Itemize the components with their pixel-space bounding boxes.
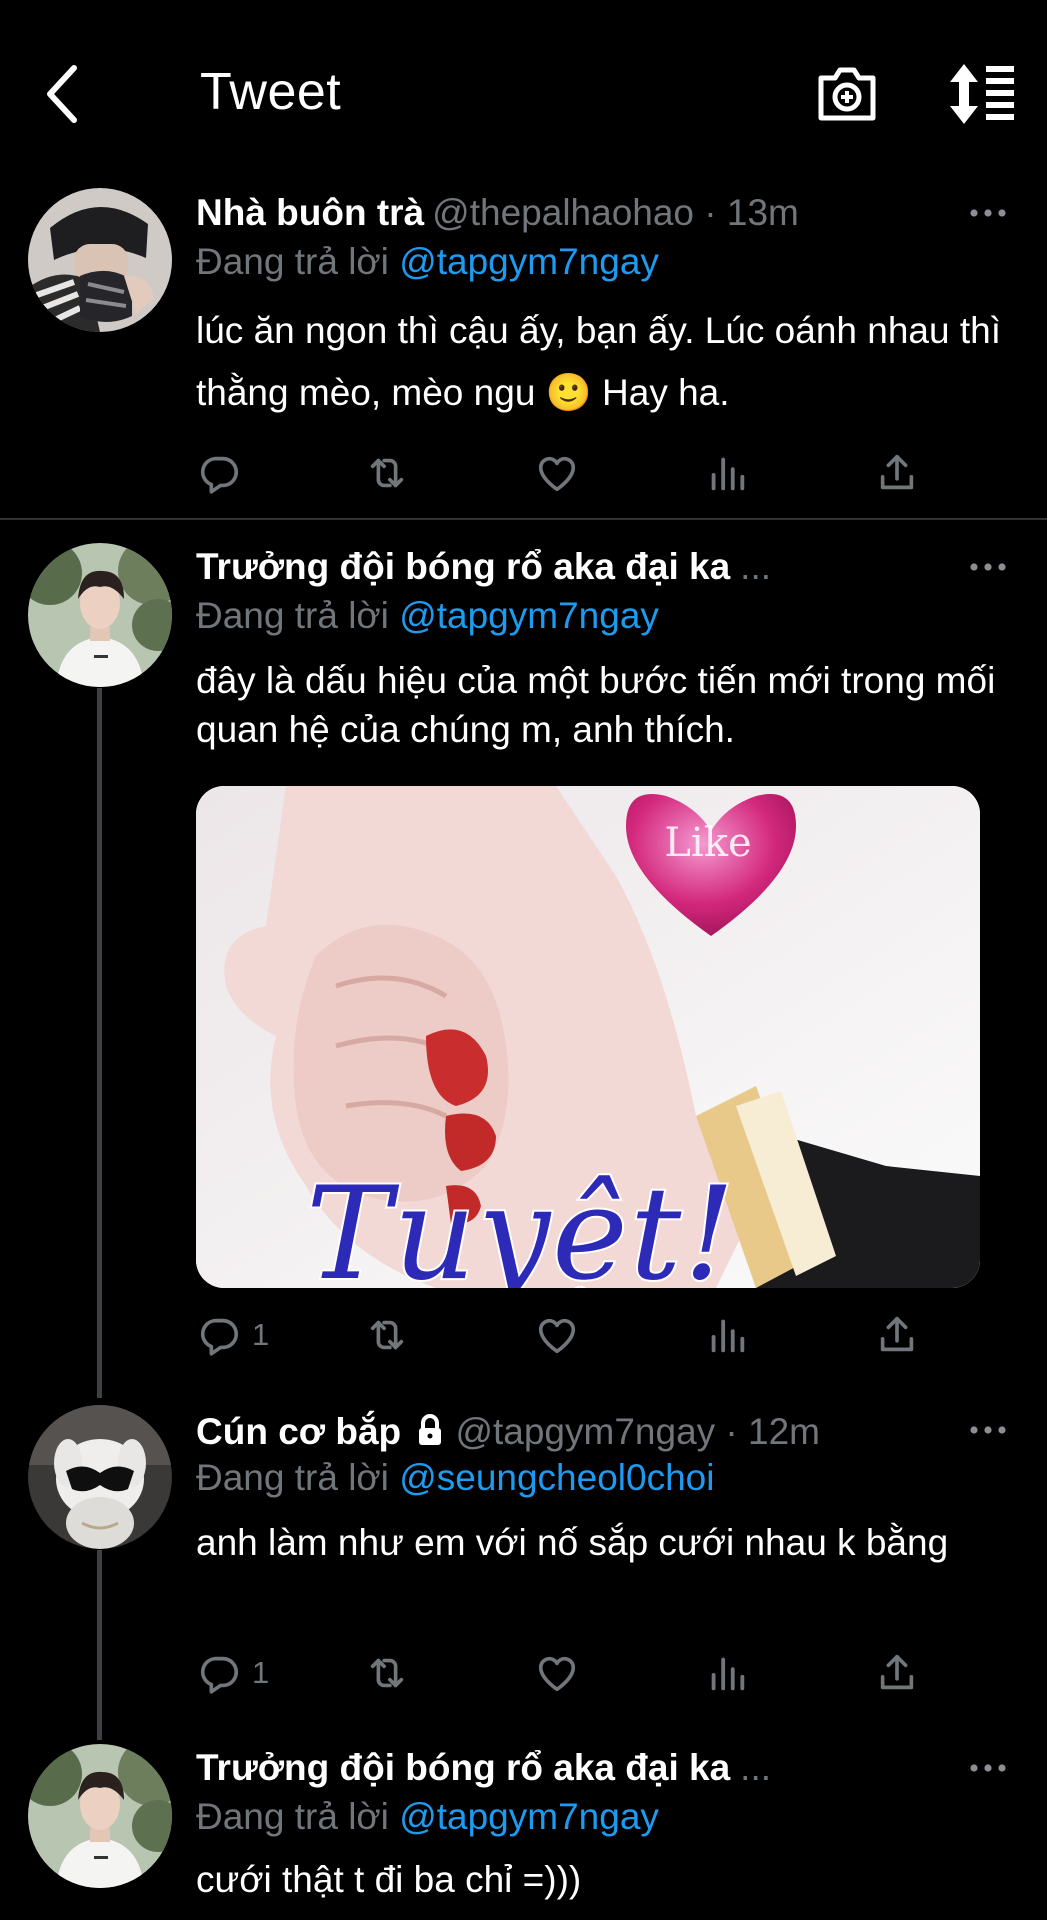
reply-mention[interactable]: @tapgym7ngay xyxy=(399,241,659,282)
avatar[interactable] xyxy=(28,188,172,332)
reply-mention[interactable]: @seungcheol0choi xyxy=(399,1457,714,1498)
thread-connector xyxy=(97,1550,102,1740)
reply-prefix: Đang trả lời xyxy=(196,1796,389,1837)
retweet-button[interactable] xyxy=(364,448,410,498)
reply-context: Đang trả lời @tapgym7ngay xyxy=(196,240,659,284)
reply-context: Đang trả lời @tapgym7ngay xyxy=(196,1795,659,1839)
tweet-actions xyxy=(196,448,926,498)
analytics-button[interactable] xyxy=(704,1310,750,1360)
heart-icon xyxy=(534,1312,580,1358)
sort-button[interactable] xyxy=(942,62,1016,126)
tweet-actions: 1 xyxy=(196,1648,926,1698)
more-icon xyxy=(968,557,1008,577)
reply-icon xyxy=(196,450,242,496)
analytics-button[interactable] xyxy=(704,1648,750,1698)
reply-context: Đang trả lời @seungcheol0choi xyxy=(196,1456,714,1500)
avatar-white-dog xyxy=(28,1405,172,1549)
heart-icon xyxy=(534,1650,580,1696)
tweet-text: anh làm như em với nố sắp cưới nhau k bằ… xyxy=(196,1522,949,1563)
like-button[interactable] xyxy=(534,448,580,498)
reply-button[interactable] xyxy=(196,448,242,498)
avatar[interactable] xyxy=(28,1744,172,1888)
top-bar: Tweet xyxy=(0,0,1047,185)
author-handle: @thepalhaohao · 13m xyxy=(432,192,799,233)
avatar[interactable] xyxy=(28,543,172,687)
share-icon xyxy=(874,1312,920,1358)
analytics-button[interactable] xyxy=(704,448,750,498)
reply-prefix: Đang trả lời xyxy=(196,241,389,282)
author-line: Trưởng đội bóng rổ aka đại ka... xyxy=(196,545,771,589)
share-button[interactable] xyxy=(874,1310,920,1360)
author-line: Cún cơ bắp @tapgym7ngay · 12m xyxy=(196,1410,820,1454)
reply-icon xyxy=(196,1312,242,1358)
avatar-dark-hair xyxy=(28,188,172,332)
thumbs-up-meme-image: Like Tuyệt! xyxy=(196,786,980,1288)
avatar-white-shirt xyxy=(28,1744,172,1888)
retweet-icon xyxy=(364,1312,410,1358)
meme-caption-text: Tuyệt! xyxy=(306,1160,737,1288)
camera-add-icon xyxy=(818,67,876,121)
share-icon xyxy=(874,1650,920,1696)
chevron-left-icon xyxy=(47,65,77,123)
tweet-media[interactable]: Like Tuyệt! xyxy=(196,786,980,1288)
page-title: Tweet xyxy=(200,63,342,121)
retweet-button[interactable] xyxy=(364,1648,410,1698)
back-button[interactable] xyxy=(38,58,88,130)
reply-mention[interactable]: @tapgym7ngay xyxy=(399,1796,659,1837)
tweet-actions: 1 xyxy=(196,1310,926,1360)
reply-mention[interactable]: @tapgym7ngay xyxy=(399,595,659,636)
thread-connector xyxy=(97,688,102,1398)
more-options-button[interactable] xyxy=(968,557,1008,577)
heart-icon xyxy=(534,450,580,496)
author-handle-truncated: ... xyxy=(740,1747,772,1788)
sort-list-icon xyxy=(950,64,1014,124)
retweet-icon xyxy=(364,450,410,496)
tweet-text: cưới thật t đi ba chỉ =))) xyxy=(196,1859,582,1900)
reply-count: 1 xyxy=(252,1655,270,1690)
author-name[interactable]: Nhà buôn trà xyxy=(196,192,424,233)
analytics-icon xyxy=(704,450,750,496)
author-handle: @tapgym7ngay · 12m xyxy=(455,1411,820,1452)
more-icon xyxy=(968,1420,1008,1440)
reply-context: Đang trả lời @tapgym7ngay xyxy=(196,594,659,638)
author-name[interactable]: Cún cơ bắp xyxy=(196,1411,401,1452)
more-options-button[interactable] xyxy=(968,1420,1008,1440)
author-handle-truncated: ... xyxy=(740,546,772,587)
share-button[interactable] xyxy=(874,448,920,498)
heart-like-text: Like xyxy=(664,820,751,866)
more-options-button[interactable] xyxy=(968,1758,1008,1778)
retweet-button[interactable] xyxy=(364,1310,410,1360)
more-icon xyxy=(968,1758,1008,1778)
camera-button[interactable] xyxy=(815,62,879,126)
share-icon xyxy=(874,450,920,496)
analytics-icon xyxy=(704,1312,750,1358)
more-options-button[interactable] xyxy=(968,203,1008,223)
share-button[interactable] xyxy=(874,1648,920,1698)
reply-button[interactable]: 1 xyxy=(196,1310,269,1360)
reply-prefix: Đang trả lời xyxy=(196,595,389,636)
tweet-text: lúc ăn ngon thì cậu ấy, bạn ấy. Lúc oánh… xyxy=(196,310,1002,413)
analytics-icon xyxy=(704,1650,750,1696)
reply-prefix: Đang trả lời xyxy=(196,1457,389,1498)
reply-icon xyxy=(196,1650,242,1696)
author-name[interactable]: Trưởng đội bóng rổ aka đại ka xyxy=(196,1747,730,1788)
lock-icon xyxy=(419,1414,442,1445)
like-button[interactable] xyxy=(534,1648,580,1698)
tweet-text: đây là dấu hiệu của một bước tiến mới tr… xyxy=(196,660,996,750)
reply-button[interactable]: 1 xyxy=(196,1648,269,1698)
retweet-icon xyxy=(364,1650,410,1696)
author-line: Trưởng đội bóng rổ aka đại ka... xyxy=(196,1746,771,1790)
avatar-white-shirt xyxy=(28,543,172,687)
author-name[interactable]: Trưởng đội bóng rổ aka đại ka xyxy=(196,546,730,587)
more-icon xyxy=(968,203,1008,223)
reply-count: 1 xyxy=(252,1317,270,1352)
author-line: Nhà buôn trà @thepalhaohao · 13m xyxy=(196,191,799,235)
avatar[interactable] xyxy=(28,1405,172,1549)
like-button[interactable] xyxy=(534,1310,580,1360)
tweet-divider xyxy=(0,518,1047,520)
